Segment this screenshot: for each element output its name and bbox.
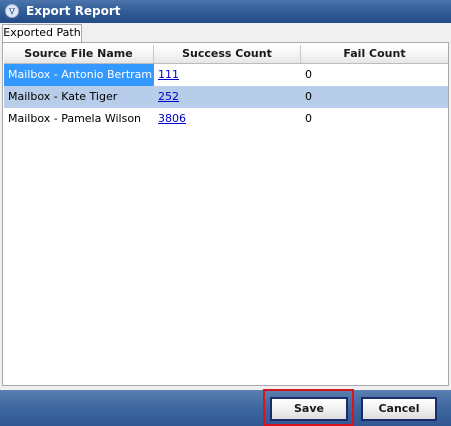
success-count-link[interactable]: 252 [158,90,179,103]
source-file-name-cell[interactable]: Mailbox - Kate Tiger [4,86,154,108]
tab-exported-path[interactable]: Exported Path [2,24,82,43]
export-report-window: Export Report Exported Path Source File … [0,0,451,426]
source-file-name-cell[interactable]: Mailbox - Pamela Wilson [4,108,154,130]
app-logo-icon [5,4,19,18]
column-header-source-file-name[interactable]: Source File Name [4,45,154,63]
success-count-link[interactable]: 3806 [158,112,186,125]
fail-count-cell: 0 [305,90,312,103]
fail-count-cell: 0 [305,68,312,81]
table-header: Source File Name Success Count Fail Coun… [4,45,448,64]
title-bar[interactable]: Export Report [0,0,451,23]
fail-count-cell: 0 [305,112,312,125]
success-count-cell: 111 [154,64,301,86]
table-row[interactable]: Mailbox - Kate Tiger 252 0 [4,86,448,108]
cancel-button[interactable]: Cancel [361,397,437,421]
table-row[interactable]: Mailbox - Pamela Wilson 3806 0 [4,108,448,130]
save-button[interactable]: Save [270,397,348,421]
success-count-cell: 3806 [154,108,301,130]
tab-panel: Source File Name Success Count Fail Coun… [2,42,449,386]
window-title: Export Report [26,4,121,18]
success-count-link[interactable]: 111 [158,68,179,81]
tab-strip: Exported Path [0,23,451,43]
success-count-cell: 252 [154,86,301,108]
table-row[interactable]: Mailbox - Antonio Bertram 111 0 [4,64,448,86]
source-file-name-cell[interactable]: Mailbox - Antonio Bertram [4,64,154,86]
column-header-fail-count[interactable]: Fail Count [301,45,448,63]
column-header-success-count[interactable]: Success Count [154,45,301,63]
